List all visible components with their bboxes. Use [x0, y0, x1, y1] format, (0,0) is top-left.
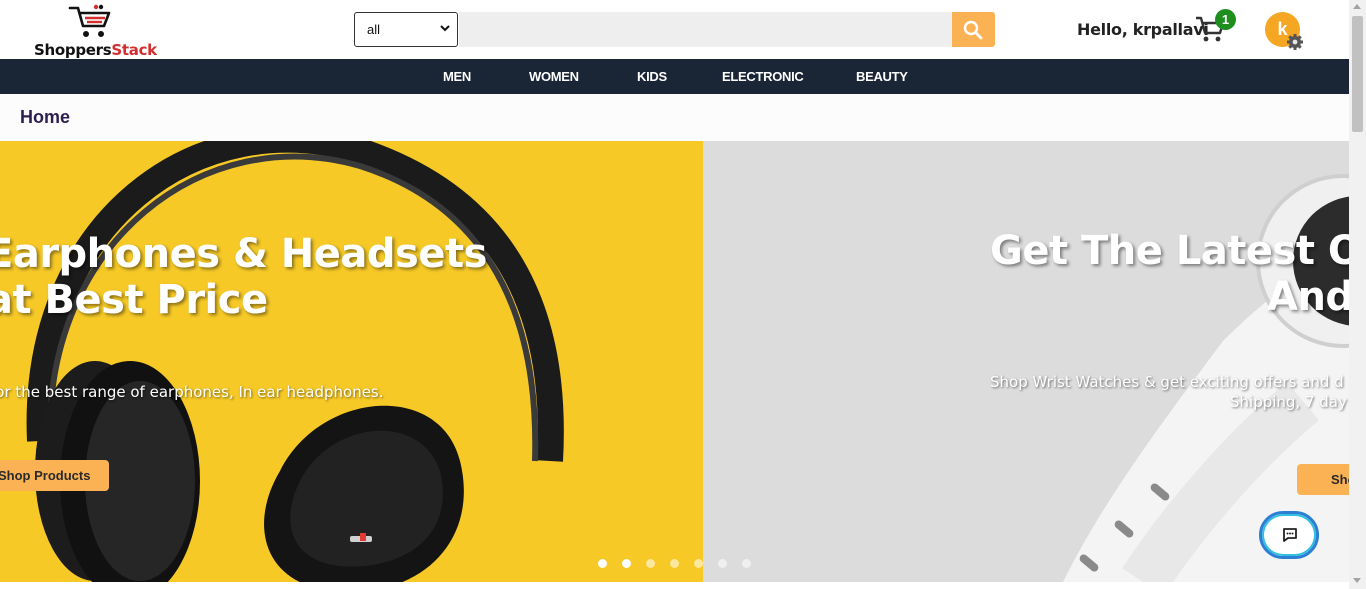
- brand-logo[interactable]: ShoppersStack: [28, 4, 168, 59]
- header: ShoppersStack all Hello, krpallavi 1 k: [0, 0, 1349, 59]
- shop-watches-button[interactable]: Shop: [1297, 464, 1349, 495]
- headphones-image: [26, 141, 564, 582]
- category-select[interactable]: all: [354, 12, 458, 47]
- nav-item-kids[interactable]: KIDS: [637, 59, 667, 94]
- carousel-dot-7[interactable]: [742, 559, 751, 568]
- category-select-value: all: [367, 22, 381, 37]
- nav-item-electronic[interactable]: ELECTRONIC: [722, 59, 804, 94]
- shop-products-button[interactable]: Shop Products: [0, 460, 109, 491]
- carousel-slide-headphones[interactable]: Earphones & Headsets at Best Price for t…: [0, 141, 703, 582]
- search-input[interactable]: [459, 12, 953, 47]
- slide2-subtitle-line2: Shipping, 7 day: [1230, 393, 1347, 411]
- chevron-down-icon: [440, 25, 450, 32]
- chat-button[interactable]: [1259, 511, 1319, 559]
- cart-logo-icon: [68, 4, 111, 37]
- breadcrumb: Home: [0, 94, 1349, 141]
- nav-item-women[interactable]: WOMEN: [529, 59, 579, 94]
- nav-item-men[interactable]: MEN: [443, 59, 471, 94]
- slide1-title-line2: at Best Price: [0, 277, 268, 323]
- slide2-subtitle-line1: Shop Wrist Watches & get exciting offers…: [990, 373, 1344, 391]
- carousel-dot-2[interactable]: [622, 559, 631, 568]
- carousel-dot-6[interactable]: [718, 559, 727, 568]
- slide2-title-line1: Get The Latest Offers: [990, 228, 1349, 274]
- slide2-title-line2: And: [1267, 274, 1349, 320]
- slide1-subtitle: for the best range of earphones, In ear …: [0, 383, 384, 401]
- carousel-dot-3[interactable]: [646, 559, 655, 568]
- breadcrumb-home[interactable]: Home: [20, 107, 70, 128]
- nav-item-beauty[interactable]: BEAUTY: [856, 59, 908, 94]
- carousel-dot-1[interactable]: [598, 559, 607, 568]
- hero-carousel: Earphones & Headsets at Best Price for t…: [0, 141, 1349, 582]
- page: ShoppersStack all Hello, krpallavi 1 k M…: [0, 0, 1366, 589]
- scroll-down-arrow-icon[interactable]: [1353, 578, 1361, 583]
- settings-icon[interactable]: [1286, 33, 1304, 51]
- scroll-up-arrow-icon[interactable]: [1353, 4, 1361, 9]
- carousel-dot-4[interactable]: [670, 559, 679, 568]
- scrollbar-thumb[interactable]: [1352, 16, 1363, 132]
- slide1-title-line1: Earphones & Headsets: [0, 231, 487, 277]
- carousel-dot-5[interactable]: [694, 559, 703, 568]
- vertical-scrollbar[interactable]: [1349, 0, 1366, 589]
- brand-name: ShoppersStack: [34, 41, 157, 59]
- cart-count-badge: 1: [1215, 9, 1236, 30]
- watch-image: [1063, 174, 1349, 582]
- search-icon: [963, 20, 983, 40]
- category-nav: MEN WOMEN KIDS ELECTRONIC BEAUTY: [0, 59, 1349, 94]
- carousel-slide-watches[interactable]: Get The Latest Offers And Shop Wrist Wat…: [703, 141, 1349, 582]
- user-greeting: Hello, krpallavi: [1077, 20, 1209, 39]
- chat-icon: [1283, 528, 1297, 542]
- search-button[interactable]: [952, 12, 995, 47]
- page-bottom: [0, 582, 1349, 589]
